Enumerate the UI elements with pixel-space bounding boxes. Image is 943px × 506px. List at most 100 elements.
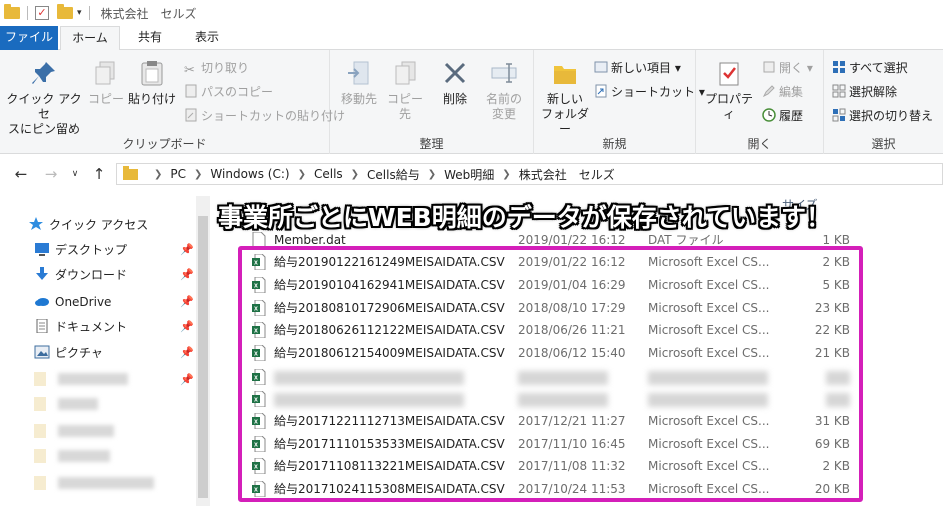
nav-pictures[interactable]: ピクチャ	[34, 342, 103, 364]
delete-icon	[444, 62, 466, 84]
edit-button[interactable]: 編集	[762, 82, 803, 102]
up-arrow-icon[interactable]: ↑	[90, 164, 108, 184]
move-to-label: 移動先	[340, 92, 377, 106]
new-group-label: 新規	[602, 137, 627, 151]
invert-selection-button[interactable]: 選択の切り替え	[832, 106, 933, 126]
breadcrumb-pc[interactable]: PC	[170, 167, 186, 181]
paste-icon	[141, 61, 163, 86]
select-all-button[interactable]: すべて選択	[832, 58, 908, 78]
folder-icon	[123, 165, 138, 180]
paste-shortcut-button[interactable]: ショートカットの貼り付け	[184, 106, 345, 126]
redacted-text	[58, 477, 154, 489]
address-bar[interactable]: ❯ PC ❯ Windows (C:) ❯ Cells ❯ Cells給与 ❯ …	[116, 163, 943, 185]
organize-group: 移動先 コピー先 削除 名前の 変更 整理	[330, 50, 534, 154]
nav-item-redacted[interactable]	[34, 372, 128, 386]
document-icon	[36, 319, 48, 333]
breadcrumb-cells-salary[interactable]: Cells給与	[367, 166, 420, 183]
window-title: 株式会社 セルズ	[100, 6, 197, 21]
nav-item-redacted[interactable]	[34, 424, 114, 438]
properties-check-icon[interactable]: ✓	[35, 6, 49, 20]
nav-label: OneDrive	[55, 295, 112, 309]
shortcut-icon	[595, 84, 607, 98]
shortcut-label: ショートカット	[611, 85, 696, 99]
history-label: 履歴	[779, 109, 804, 123]
recent-dropdown-icon[interactable]: ∨	[66, 164, 84, 184]
new-folder-icon	[554, 66, 576, 84]
copy-button[interactable]: コピー	[88, 58, 124, 107]
copy-path-button[interactable]: パスのコピー	[184, 82, 273, 102]
nav-item-redacted[interactable]	[34, 397, 98, 411]
cut-button[interactable]: ✂ 切り取り	[184, 58, 249, 78]
cloud-icon	[35, 298, 49, 306]
delete-label: 削除	[442, 92, 467, 106]
chevron-right-icon[interactable]: ❯	[194, 169, 202, 180]
folder-icon	[34, 397, 46, 411]
nav-onedrive[interactable]: OneDrive	[34, 291, 111, 313]
paste-shortcut-label: ショートカットの貼り付け	[201, 109, 346, 123]
move-to-icon	[348, 61, 369, 85]
toolbar-separator	[27, 6, 28, 20]
tab-file[interactable]: ファイル	[0, 26, 58, 50]
pin-icon[interactable]: 📌	[180, 320, 194, 333]
select-group: すべて選択 選択解除 選択の切り替え 選択	[824, 50, 943, 154]
nav-label: ドキュメント	[55, 320, 128, 334]
redacted-text	[58, 398, 98, 410]
chevron-right-icon[interactable]: ❯	[351, 169, 359, 180]
paste-button[interactable]: 貼り付け	[128, 58, 176, 107]
copy-to-button[interactable]: コピー先	[382, 58, 428, 122]
pin-icon[interactable]: 📌	[180, 268, 194, 281]
nav-item-redacted[interactable]	[34, 449, 110, 463]
select-all-icon	[833, 61, 845, 73]
delete-button[interactable]: 削除	[434, 58, 476, 107]
copy-to-icon	[395, 61, 416, 85]
breadcrumb-company[interactable]: 株式会社 セルズ	[519, 166, 615, 183]
pin-icon[interactable]: 📌	[180, 295, 194, 308]
breadcrumb-web-meisai[interactable]: Web明細	[444, 166, 494, 183]
new-folder-button[interactable]: 新しい フォルダー	[538, 58, 592, 137]
move-to-button[interactable]: 移動先	[336, 58, 382, 107]
open-button[interactable]: 開く ▾	[762, 58, 813, 78]
pin-icon[interactable]: 📌	[180, 373, 194, 386]
pin-icon[interactable]: 📌	[180, 346, 194, 359]
properties-button[interactable]: プロパティ	[700, 58, 758, 122]
chevron-right-icon[interactable]: ❯	[298, 169, 306, 180]
tab-home[interactable]: ホーム	[60, 26, 120, 51]
rename-button[interactable]: 名前の 変更	[480, 58, 528, 122]
star-icon	[29, 217, 43, 230]
folder-icon[interactable]	[4, 4, 20, 19]
title-bar: ✓ ▾ 株式会社 セルズ	[0, 0, 943, 26]
nav-desktop[interactable]: デスクトップ	[34, 239, 127, 261]
address-row: ← → ∨ ↑ ❯ PC ❯ Windows (C:) ❯ Cells ❯ Ce…	[0, 160, 943, 188]
nav-documents[interactable]: ドキュメント	[34, 316, 127, 338]
nav-quick-access[interactable]: クイック アクセス	[28, 214, 148, 236]
nav-scrollbar[interactable]	[196, 196, 210, 506]
open-group-label: 開く	[747, 137, 772, 151]
chevron-right-icon[interactable]: ❯	[154, 169, 162, 180]
download-icon	[36, 267, 48, 280]
quick-access-dropdown[interactable]: ▾	[77, 8, 82, 18]
chevron-right-icon[interactable]: ❯	[502, 169, 510, 180]
pin-icon[interactable]: 📌	[180, 243, 194, 256]
shortcut-button[interactable]: ショートカット ▾	[594, 82, 705, 102]
back-arrow-icon[interactable]: ←	[12, 164, 30, 184]
history-button[interactable]: 履歴	[762, 106, 803, 126]
new-folder-icon[interactable]	[57, 4, 73, 19]
scrollbar-thumb[interactable]	[198, 216, 208, 498]
paste-label: 貼り付け	[128, 92, 177, 106]
forward-arrow-icon[interactable]: →	[42, 164, 60, 184]
pin-label: クイック アクセ スにピン留め	[6, 92, 82, 136]
pin-quick-access-button[interactable]: クイック アクセ スにピン留め	[4, 58, 84, 137]
nav-item-redacted[interactable]	[34, 476, 154, 490]
select-none-icon	[832, 84, 846, 98]
edit-label: 編集	[779, 85, 804, 99]
tab-share[interactable]: 共有	[128, 26, 172, 50]
breadcrumb-cells[interactable]: Cells	[314, 167, 343, 181]
nav-downloads[interactable]: ダウンロード	[34, 264, 127, 286]
nav-label: クイック アクセス	[49, 218, 149, 232]
new-item-button[interactable]: 新しい項目 ▾	[594, 58, 681, 78]
invert-selection-icon	[832, 108, 846, 122]
chevron-right-icon[interactable]: ❯	[428, 169, 436, 180]
select-none-button[interactable]: 選択解除	[832, 82, 897, 102]
breadcrumb-drive[interactable]: Windows (C:)	[210, 167, 289, 181]
tab-view[interactable]: 表示	[182, 26, 232, 50]
